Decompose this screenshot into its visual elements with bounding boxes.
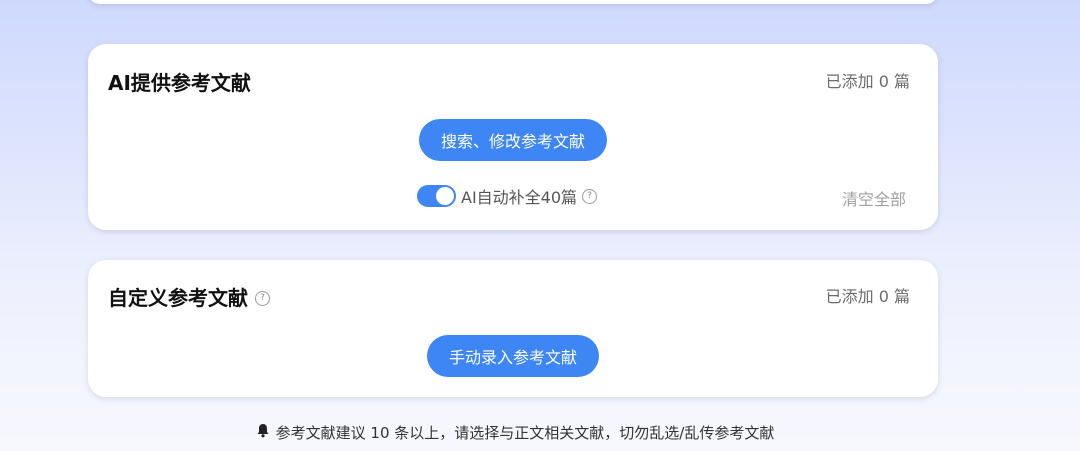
toggle-knob xyxy=(436,187,454,205)
custom-references-title: 自定义参考文献 ? xyxy=(108,288,270,308)
ai-references-card: AI提供参考文献 已添加 0 篇 搜索、修改参考文献 AI自动补全40篇 ? 清… xyxy=(88,44,938,230)
auto-fill-row: AI自动补全40篇 ? xyxy=(417,184,598,208)
auto-fill-toggle[interactable] xyxy=(417,185,456,207)
manual-entry-button[interactable]: 手动录入参考文献 xyxy=(426,335,600,377)
ai-references-title: AI提供参考文献 xyxy=(108,73,251,93)
custom-references-title-text: 自定义参考文献 xyxy=(108,286,248,310)
ai-references-count: 已添加 0 篇 xyxy=(825,72,910,91)
notice-text: 参考文献建议 10 条以上，请选择与正文相关文献，切勿乱选/乱传参考文献 xyxy=(275,424,775,442)
clear-all-link[interactable]: 清空全部 xyxy=(842,186,906,210)
previous-card xyxy=(88,0,938,4)
search-references-button[interactable]: 搜索、修改参考文献 xyxy=(418,119,608,161)
question-circle-icon[interactable]: ? xyxy=(582,188,598,204)
auto-fill-label: AI自动补全40篇 xyxy=(461,188,578,207)
question-circle-icon[interactable]: ? xyxy=(255,290,270,306)
custom-references-card: 自定义参考文献 ? 已添加 0 篇 手动录入参考文献 xyxy=(88,260,938,397)
ai-references-title-text: AI提供参考文献 xyxy=(108,71,251,95)
custom-references-count: 已添加 0 篇 xyxy=(825,287,910,306)
bell-icon xyxy=(256,423,270,442)
references-notice: 参考文献建议 10 条以上，请选择与正文相关文献，切勿乱选/乱传参考文献 xyxy=(0,422,1030,443)
